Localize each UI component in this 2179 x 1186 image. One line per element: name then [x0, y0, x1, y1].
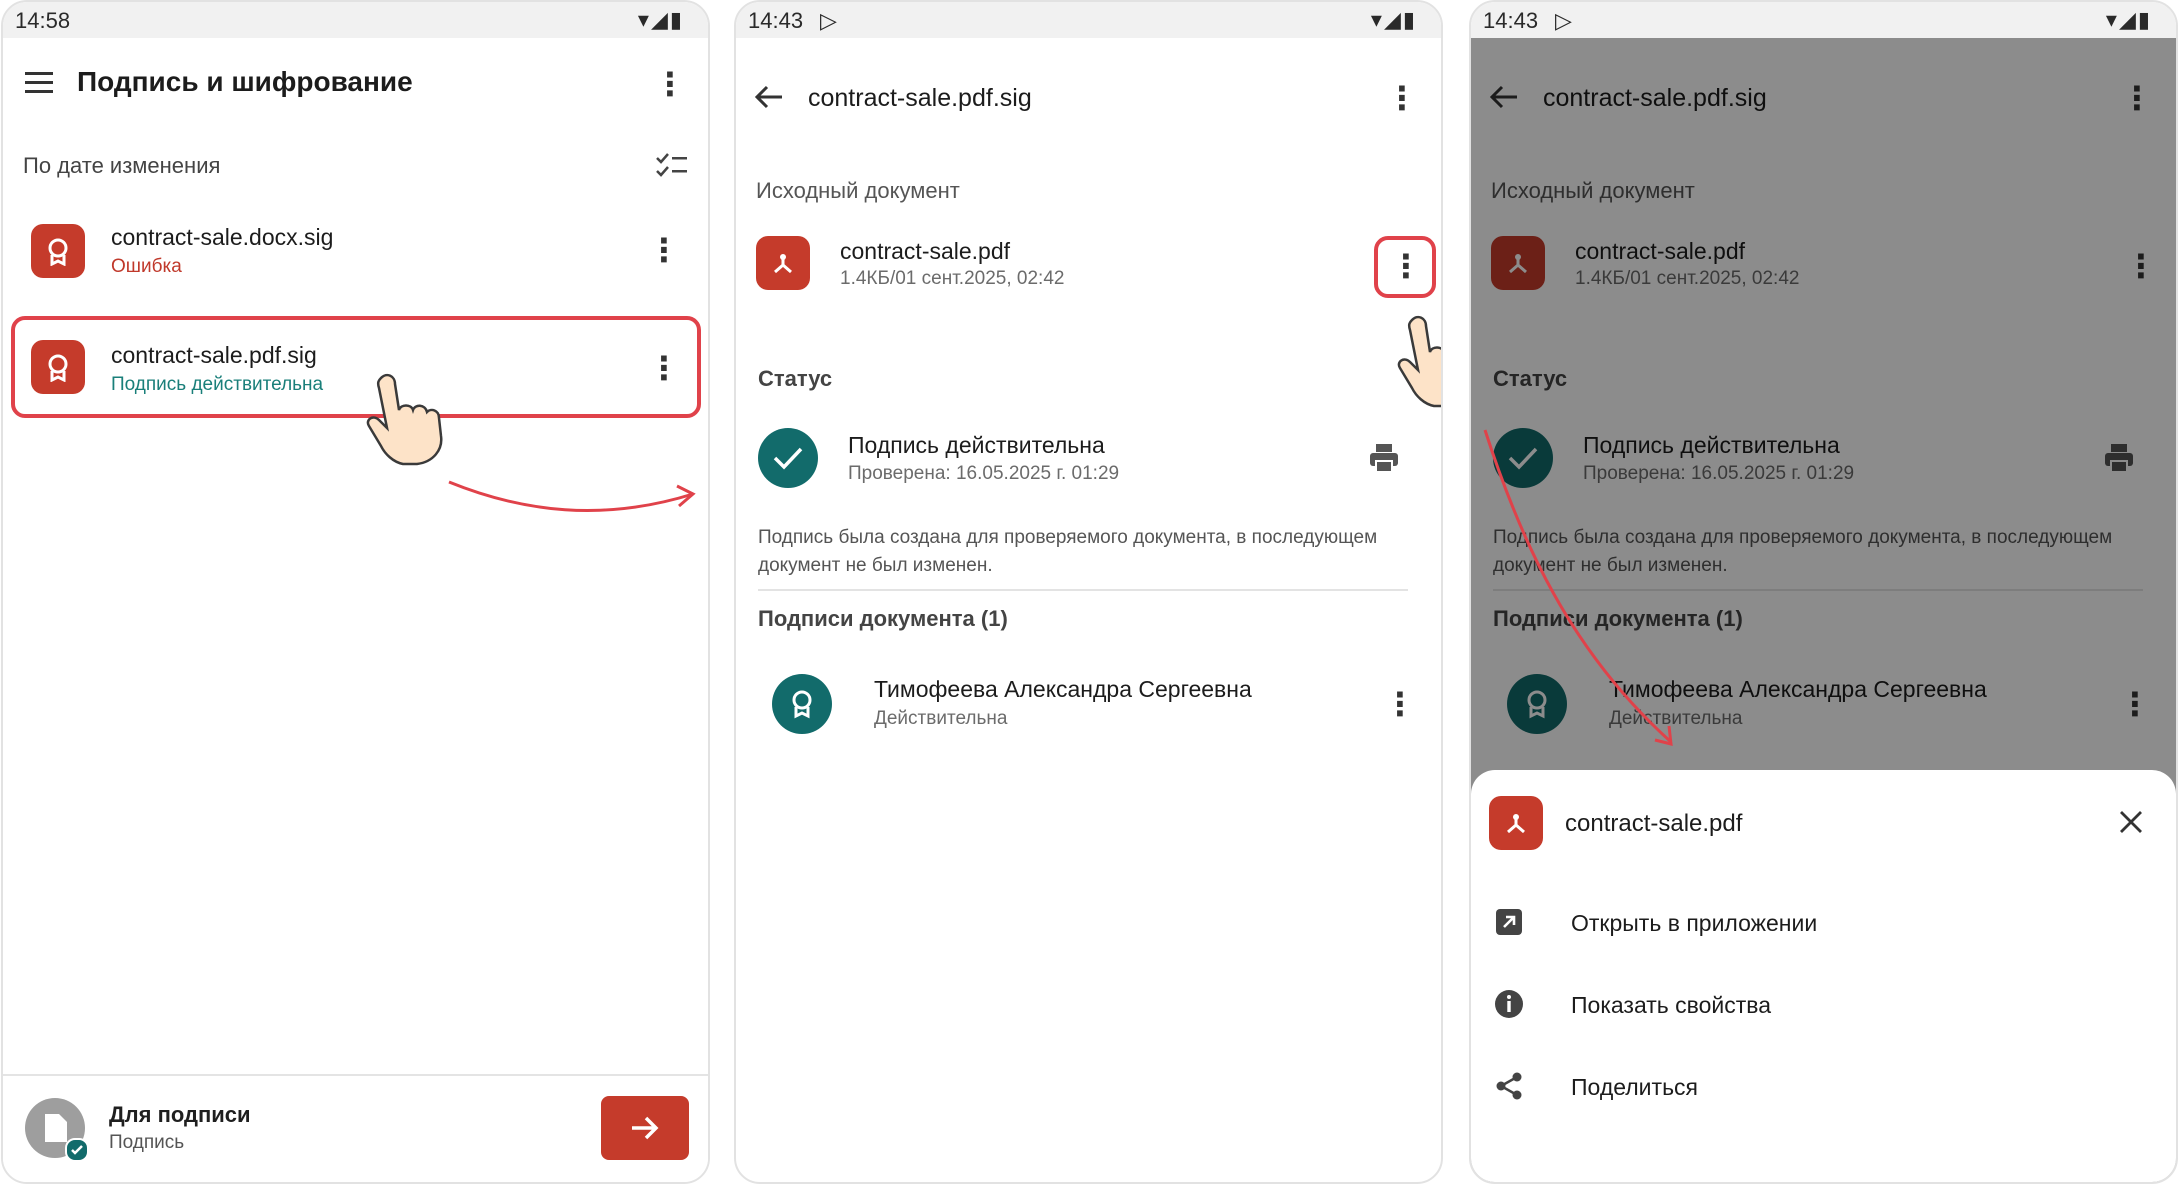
menu-item-label: Поделиться — [1571, 1074, 1699, 1100]
status-icons: ▾◢▮ — [637, 7, 684, 32]
status-icons: ▾◢▮ — [1370, 7, 1417, 32]
list-item[interactable]: Тимофеева Александра Сергеевна Действите… — [736, 662, 1441, 750]
list-item[interactable]: contract-sale.docx.sig Ошибка ⋮ — [3, 212, 708, 292]
status-time: 14:43 — [1483, 8, 1539, 33]
file-status: Подпись действительна — [111, 374, 324, 395]
divider — [758, 589, 1408, 591]
transition-arrow — [448, 480, 696, 512]
menu-item-open[interactable]: Открыть в приложении — [1471, 892, 2176, 952]
item-menu-icon[interactable]: ⋮ — [648, 352, 680, 384]
source-header: Исходный документ — [756, 178, 960, 203]
select-list-icon[interactable] — [655, 152, 689, 185]
status-icons: ▾◢▮ — [2105, 7, 2152, 32]
status-bar: 14:43 ▷ ▾◢▮ — [1471, 2, 2176, 38]
status-description: Подпись была создана для проверяемого до… — [758, 527, 1378, 576]
menu-icon[interactable] — [25, 70, 55, 99]
arrow-right-icon — [632, 1116, 659, 1140]
file-status: Ошибка — [111, 256, 182, 277]
menu-item-share[interactable]: Поделиться — [1471, 1056, 2176, 1116]
share-icon — [1496, 1072, 1522, 1100]
play-icon: ▷ — [820, 8, 837, 33]
certificate-icon — [31, 224, 85, 278]
file-name: contract-sale.pdf.sig — [111, 342, 317, 368]
menu-item-properties[interactable]: Показать свойства — [1471, 974, 2176, 1034]
pdf-icon — [756, 236, 810, 290]
status-bar: 14:43 ▷ ▾◢▮ — [736, 2, 1441, 38]
open-external-icon — [1496, 909, 1522, 935]
bottom-subtitle: Подпись — [109, 1132, 185, 1153]
next-button[interactable] — [601, 1096, 689, 1160]
status-bar: 14:58 ▾◢▮ — [3, 2, 708, 38]
doc-name: contract-sale.pdf — [840, 238, 1011, 264]
annotation-arrow — [1483, 429, 1673, 746]
document-icon — [25, 1098, 89, 1162]
sort-label: По дате изменения — [23, 153, 221, 178]
pointing-hand-icon — [1394, 312, 1441, 413]
menu-item-label: Показать свойства — [1571, 992, 1772, 1018]
panel-actions-sheet: 14:43 ▷ ▾◢▮ contract-sale.pdf.sig ⋮ Исхо… — [1469, 0, 2178, 1184]
pointing-hand-icon — [363, 370, 453, 471]
bottom-title: Для подписи — [109, 1102, 251, 1127]
doc-meta: 1.4КБ/01 сент.2025, 02:42 — [840, 268, 1065, 289]
panel-signature-details: 14:43 ▷ ▾◢▮ contract-sale.pdf.sig ⋮ Исхо… — [734, 0, 1443, 1184]
certificate-icon — [31, 340, 85, 394]
sheet-title: contract-sale.pdf — [1565, 810, 1743, 837]
doc-menu-icon[interactable]: ⋮ — [1390, 250, 1422, 282]
page-title: contract-sale.pdf.sig — [808, 84, 1032, 112]
panel-file-list: 14:58 ▾◢▮ Подпись и шифрование ⋮ По дате… — [1, 0, 710, 1184]
list-item[interactable]: contract-sale.pdf.sig Подпись действител… — [3, 328, 708, 408]
valid-check-icon — [758, 428, 818, 488]
signer-certificate-icon — [772, 674, 832, 734]
page-title: Подпись и шифрование — [77, 66, 413, 97]
back-arrow-icon[interactable] — [754, 84, 784, 115]
file-name: contract-sale.docx.sig — [111, 224, 334, 250]
signer-name: Тимофеева Александра Сергеевна — [874, 676, 1252, 702]
bottom-sheet: contract-sale.pdf Открыть в приложении П… — [1471, 770, 2176, 1182]
play-icon: ▷ — [1555, 8, 1572, 33]
status-header: Статус — [758, 366, 833, 391]
pdf-icon — [1489, 796, 1543, 850]
status-checked: Проверена: 16.05.2025 г. 01:29 — [848, 463, 1120, 484]
signatures-header: Подписи документа (1) — [758, 606, 1008, 631]
check-badge-icon — [65, 1138, 89, 1162]
info-icon — [1495, 990, 1523, 1018]
status-title: Подпись действительна — [848, 432, 1105, 458]
status-time: 14:58 — [15, 8, 71, 33]
bottom-panel: Для подписи Подпись — [3, 1076, 708, 1182]
menu-item-label: Открыть в приложении — [1571, 910, 1818, 936]
print-icon[interactable] — [1368, 442, 1400, 479]
overflow-menu-icon[interactable]: ⋮ — [1386, 82, 1418, 114]
status-time: 14:43 — [748, 8, 804, 33]
overflow-menu-icon[interactable]: ⋮ — [654, 68, 686, 100]
item-menu-icon[interactable]: ⋮ — [648, 234, 680, 266]
close-icon[interactable] — [2117, 808, 2145, 841]
signer-menu-icon[interactable]: ⋮ — [1384, 688, 1416, 720]
signer-status: Действительна — [874, 708, 1008, 729]
